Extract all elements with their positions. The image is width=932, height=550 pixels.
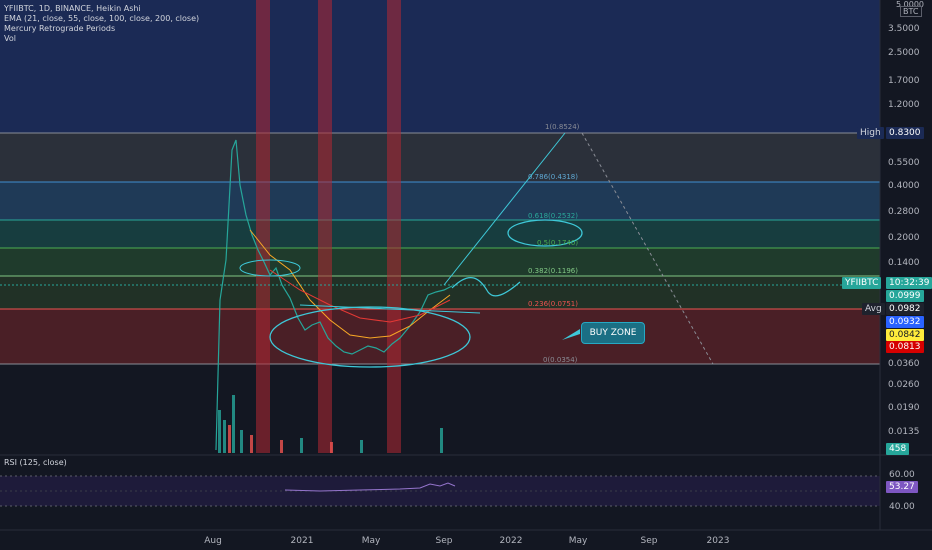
price-axis-label: 0.2000 [888,233,920,243]
currency-badge[interactable]: BTC [900,6,922,17]
zone-0236-0 [0,309,880,364]
time-axis-label: Sep [640,536,658,546]
time-axis-label: 2023 [706,536,730,546]
fib-label-0382: 0.382(0.1196) [528,267,578,275]
rsi-value-tag: 53.27 [886,481,918,493]
symbol-price-tag: YFIIBTC [842,277,882,289]
price-green-tag: 0.0999 [886,290,924,302]
zone-1-0786 [0,133,880,182]
price-axis-label: 3.5000 [888,24,920,34]
zone-0618-05 [0,220,880,248]
time-axis-label: May [568,536,588,546]
buy-zone-callout[interactable]: BUY ZONE [581,322,645,344]
red-value-tag: 0.0813 [886,341,924,353]
fib-label-0: 0(0.0354) [543,356,578,364]
zone-0382-0236 [0,276,880,309]
retrograde-bar-3 [387,0,401,453]
fib-label-1: 1(0.8524) [545,123,580,131]
volume-value-tag: 458 [886,443,910,455]
price-axis-label: 2.5000 [888,48,920,58]
retrograde-bar-1 [256,0,270,453]
time-axis-label: 2021 [290,536,314,546]
fib-label-0618: 0.618(0.2532) [528,212,578,220]
avg-value-tag: 0.0982 [886,303,924,315]
price-axis-label: 0.1400 [888,258,920,268]
price-axis-label: 0.0260 [888,380,920,390]
time-axis-label: Aug [204,536,222,546]
price-axis-label: 0.0190 [888,403,920,413]
rsi-axis-60: 60.00 [889,470,915,480]
avg-label: Avg [862,303,885,315]
high-label: High [857,127,884,139]
price-axis-label: 0.0135 [888,427,920,437]
high-value-tag: 0.8300 [886,127,924,139]
rsi-axis-40: 40.00 [889,502,915,512]
symbol-title[interactable]: YFIIBTC, 1D, BINANCE, Heikin Ashi [4,4,199,14]
fib-label-05: 0.5(0.1740) [537,239,579,247]
volume-indicator-label[interactable]: Vol [4,34,199,44]
zone-05-0382 [0,248,880,276]
retrograde-bar-2 [318,0,332,453]
countdown-tag: 10:32:39 [886,277,932,289]
chart-legend: YFIIBTC, 1D, BINANCE, Heikin Ashi EMA (2… [4,4,199,44]
chart-canvas[interactable] [0,0,932,550]
mercury-indicator-label[interactable]: Mercury Retrograde Periods [4,24,199,34]
price-axis-label: 1.7000 [888,76,920,86]
price-axis-label: 0.4000 [888,181,920,191]
fib-label-0786: 0.786(0.4318) [528,173,578,181]
time-axis-label: 2022 [499,536,523,546]
price-axis-label: 0.0360 [888,359,920,369]
price-axis-label: 0.2800 [888,207,920,217]
fib-label-0236: 0.236(0.0751) [528,300,578,308]
price-axis-label: 1.2000 [888,100,920,110]
zone-0786-0618 [0,182,880,220]
time-axis-label: Sep [435,536,453,546]
blue-value-tag: 0.0932 [886,316,924,328]
time-axis-label: May [361,536,381,546]
ema-indicator-label[interactable]: EMA (21, close, 55, close, 100, close, 2… [4,14,199,24]
yellow-value-tag: 0.0842 [886,329,924,341]
rsi-legend[interactable]: RSI (125, close) [4,458,67,467]
price-axis-label: 0.5500 [888,158,920,168]
